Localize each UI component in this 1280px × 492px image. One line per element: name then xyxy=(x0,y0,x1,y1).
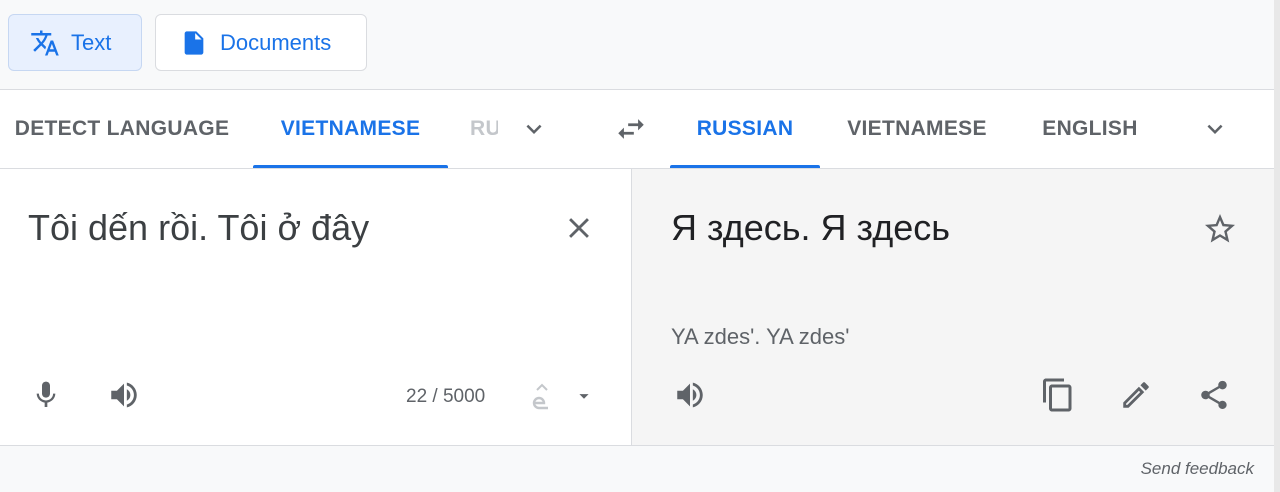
tab-label: ENGLISH xyxy=(1042,117,1138,140)
target-panel: Я здесь. Я здесь YA zdes'. YA zdes' xyxy=(632,169,1274,446)
tab-detect-language[interactable]: DETECT LANGUAGE xyxy=(0,90,240,168)
chevron-down-icon xyxy=(526,124,542,134)
active-tab-indicator xyxy=(670,165,820,168)
documents-mode-button[interactable]: Documents xyxy=(155,14,367,71)
documents-mode-label: Documents xyxy=(220,29,332,55)
text-mode-button[interactable]: Text xyxy=(8,14,142,71)
tab-label: DETECT LANGUAGE xyxy=(14,117,230,140)
language-bar: DETECT LANGUAGE VIETNAMESE RU RUSSIAN VI… xyxy=(0,90,1274,169)
tab-target-russian[interactable]: RUSSIAN xyxy=(670,90,820,168)
tab-target-vietnamese[interactable]: VIETNAMESE xyxy=(832,90,1002,168)
tab-target-english[interactable]: ENGLISH xyxy=(1022,90,1158,168)
share-translation-button[interactable] xyxy=(1192,373,1236,417)
voice-input-button[interactable] xyxy=(24,373,68,417)
clear-source-button[interactable] xyxy=(558,207,600,249)
source-language-more-button[interactable] xyxy=(514,108,554,150)
save-translation-button[interactable] xyxy=(1198,207,1242,251)
document-icon xyxy=(178,27,210,59)
target-language-more-button[interactable] xyxy=(1194,108,1236,150)
tab-source-vietnamese[interactable]: VIETNAMESE xyxy=(253,90,448,168)
translate-app: Text Documents DETECT LANGUAGE VIETNAMES… xyxy=(0,0,1280,492)
ime-icon xyxy=(532,383,548,410)
mic-icon xyxy=(36,381,56,407)
send-feedback-link[interactable]: Send feedback xyxy=(1141,459,1254,479)
chevron-down-icon xyxy=(1207,124,1223,134)
character-count: 22 / 5000 xyxy=(406,386,486,407)
text-mode-label: Text xyxy=(71,29,112,55)
suggest-edit-button[interactable] xyxy=(1114,373,1158,417)
swap-icon xyxy=(618,119,644,139)
speaker-icon xyxy=(111,382,137,408)
caret-down-icon xyxy=(579,394,589,399)
swap-languages-button[interactable] xyxy=(610,108,652,150)
input-tools-button[interactable] xyxy=(526,377,558,417)
star-icon xyxy=(1205,214,1235,243)
footer: Send feedback xyxy=(0,447,1274,492)
translate-icon xyxy=(29,27,61,59)
tab-label: VIETNAMESE xyxy=(847,117,987,140)
share-icon xyxy=(1201,380,1227,410)
speaker-icon xyxy=(677,382,703,408)
mode-bar: Text Documents xyxy=(0,0,1274,90)
source-text-input[interactable]: Tôi dến rồi. Tôi ở đây xyxy=(28,207,369,249)
tab-label: VIETNAMESE xyxy=(280,117,421,140)
close-icon xyxy=(569,218,589,238)
listen-source-button[interactable] xyxy=(102,373,146,417)
tab-source-russian-partial[interactable]: RU xyxy=(470,90,498,168)
page-scrollbar[interactable] xyxy=(1274,0,1280,492)
listen-translation-button[interactable] xyxy=(668,373,712,417)
translated-text: Я здесь. Я здесь xyxy=(671,207,950,248)
copy-icon xyxy=(1043,378,1072,412)
edit-icon xyxy=(1123,382,1149,408)
copy-translation-button[interactable] xyxy=(1036,373,1080,417)
transliteration-text: YA zdes'. YA zdes' xyxy=(671,324,850,349)
active-tab-indicator xyxy=(253,165,448,168)
input-tools-menu-button[interactable] xyxy=(570,381,598,411)
source-panel: Tôi dến rồi. Tôi ở đây 22 / 5000 xyxy=(0,169,632,446)
tab-label: RU xyxy=(470,117,498,140)
tab-label: RUSSIAN xyxy=(696,117,794,140)
